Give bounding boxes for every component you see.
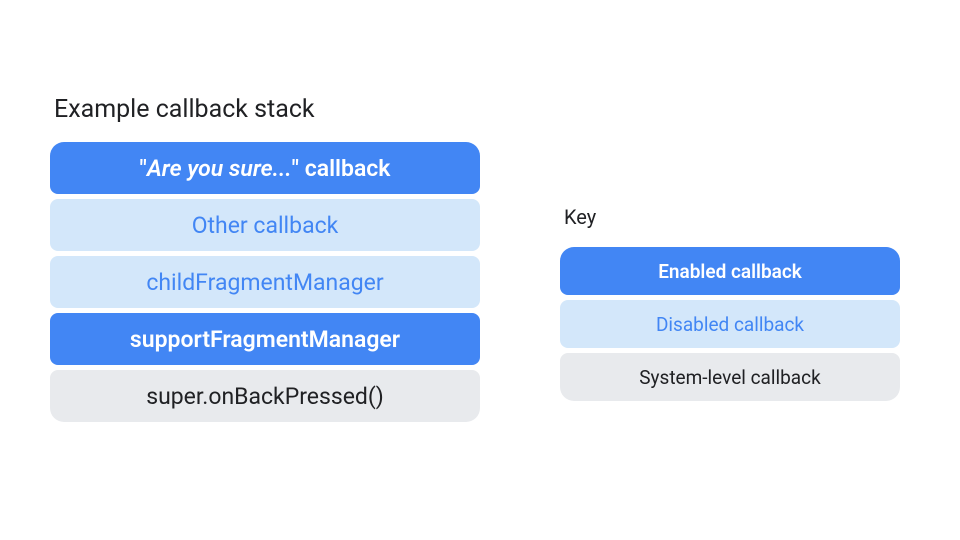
legend-label: System-level callback — [639, 366, 820, 389]
legend-section: Key Enabled callback Disabled callback S… — [560, 205, 900, 422]
legend-title: Key — [560, 205, 900, 229]
stack-item-suffix: " callback — [292, 155, 391, 182]
legend-system: System-level callback — [560, 353, 900, 401]
stack-item-are-you-sure: "Are you sure..." callback — [50, 142, 480, 194]
stack-item-label: super.onBackPressed() — [146, 383, 384, 410]
stack-item-italic: Are you sure... — [147, 155, 292, 182]
legend-enabled: Enabled callback — [560, 247, 900, 295]
diagram-root: Example callback stack "Are you sure..."… — [0, 0, 960, 422]
legend-list: Enabled callback Disabled callback Syste… — [560, 247, 900, 401]
callback-stack-section: Example callback stack "Are you sure..."… — [50, 95, 480, 422]
stack-item-label: childFragmentManager — [146, 269, 383, 296]
legend-label: Disabled callback — [656, 313, 804, 336]
stack-item-super-back: super.onBackPressed() — [50, 370, 480, 422]
stack-item-prefix: " — [140, 155, 147, 182]
legend-disabled: Disabled callback — [560, 300, 900, 348]
stack-item-child-fragment: childFragmentManager — [50, 256, 480, 308]
stack-item-other: Other callback — [50, 199, 480, 251]
stack-item-label: Other callback — [192, 212, 339, 239]
stack-item-label: supportFragmentManager — [130, 326, 400, 353]
callback-stack: "Are you sure..." callback Other callbac… — [50, 142, 480, 422]
stack-item-support-fragment: supportFragmentManager — [50, 313, 480, 365]
stack-title: Example callback stack — [50, 95, 480, 124]
legend-label: Enabled callback — [658, 260, 802, 283]
